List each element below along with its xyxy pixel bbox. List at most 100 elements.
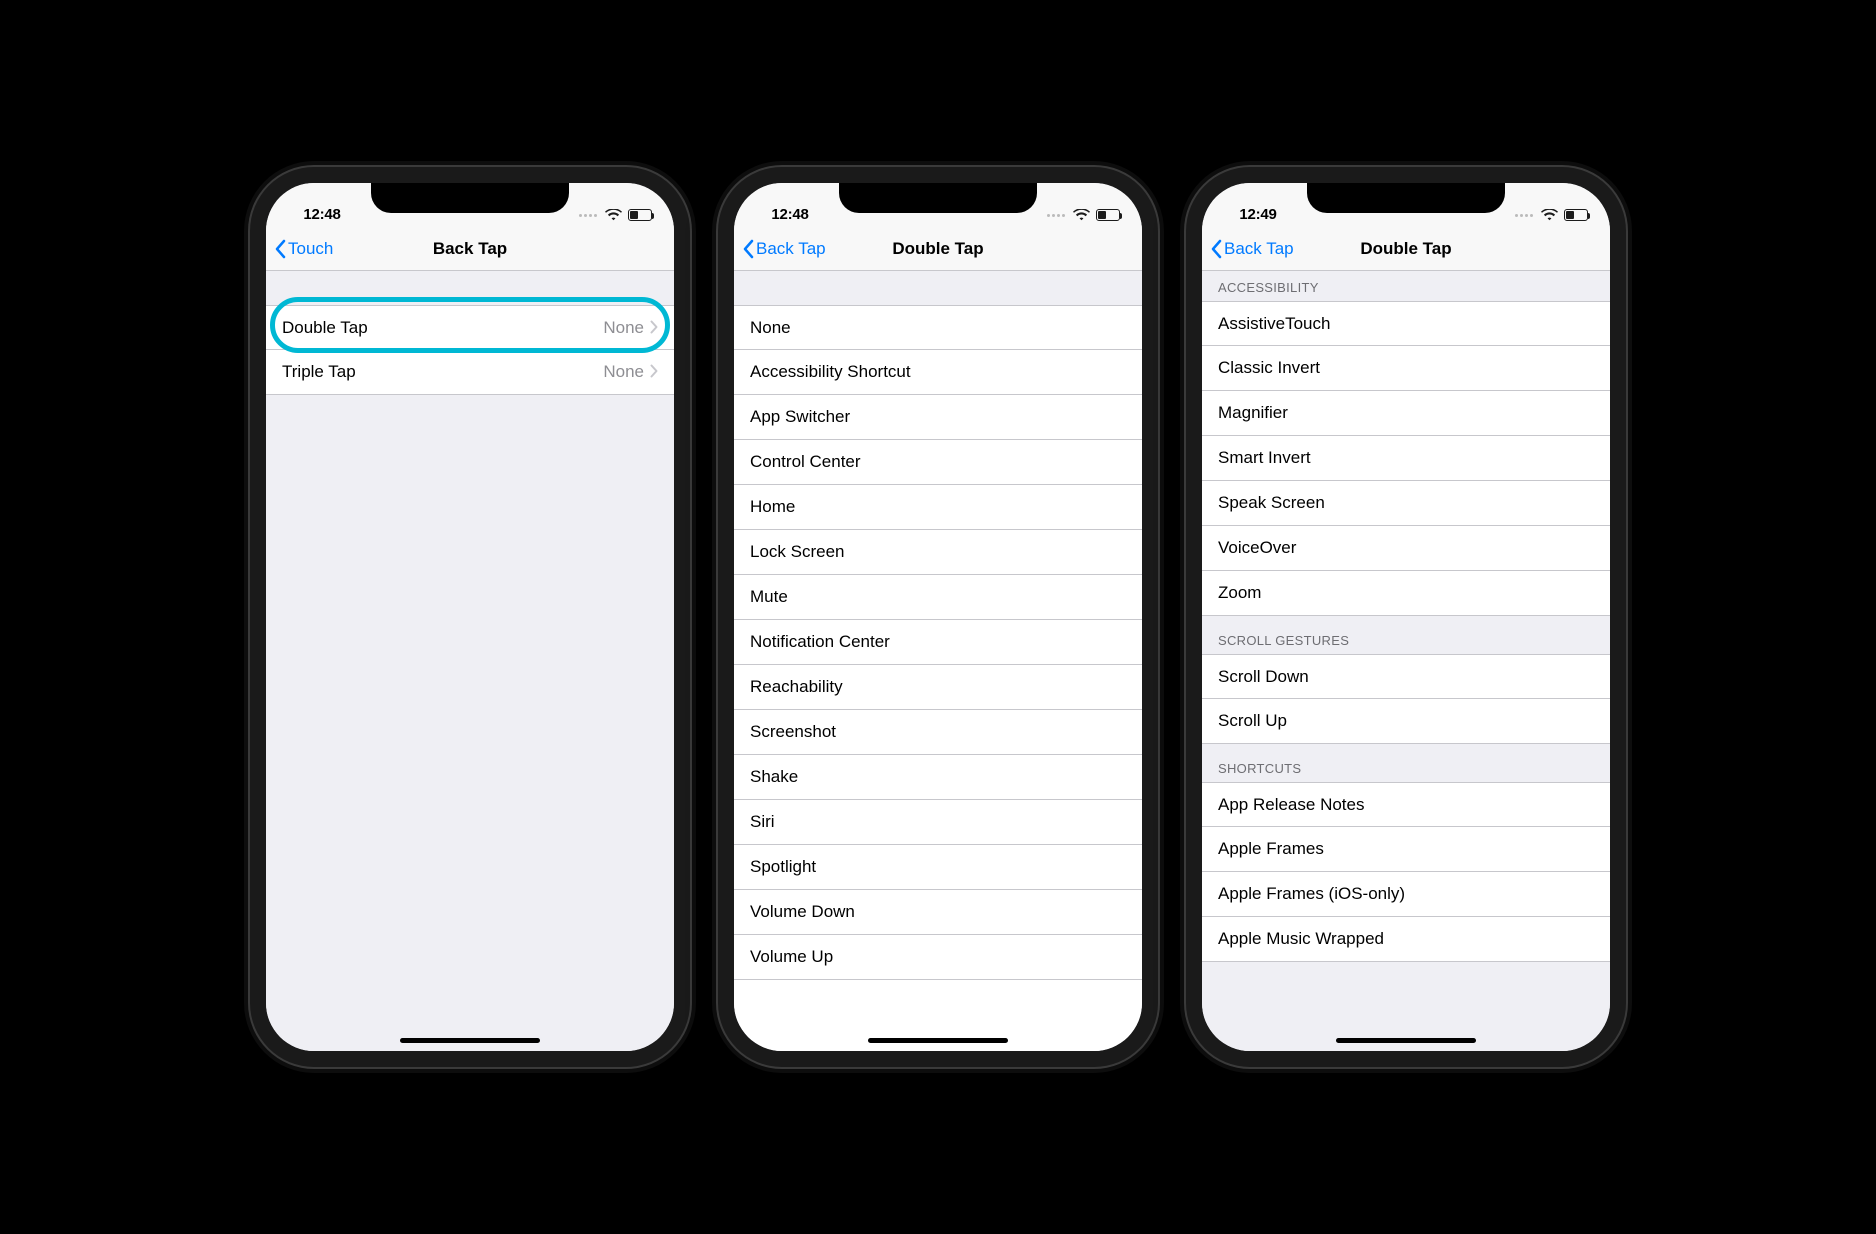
- option-row[interactable]: Control Center: [734, 440, 1142, 485]
- option-row[interactable]: App Switcher: [734, 395, 1142, 440]
- option-label: Speak Screen: [1218, 493, 1594, 513]
- option-row[interactable]: Smart Invert: [1202, 436, 1610, 481]
- option-row[interactable]: Apple Music Wrapped: [1202, 917, 1610, 962]
- option-label: Shake: [750, 767, 1126, 787]
- option-label: Notification Center: [750, 632, 1126, 652]
- option-row[interactable]: Home: [734, 485, 1142, 530]
- option-row[interactable]: Volume Down: [734, 890, 1142, 935]
- wifi-icon: [605, 209, 622, 221]
- option-label: Magnifier: [1218, 403, 1594, 423]
- screen: 12:48 Back Tap Double Tap None Accessibil…: [734, 183, 1142, 1051]
- wifi-icon: [1073, 209, 1090, 221]
- nav-bar: Back Tap Double Tap: [1202, 227, 1610, 271]
- option-label: Volume Up: [750, 947, 1126, 967]
- option-row[interactable]: Scroll Up: [1202, 699, 1610, 744]
- option-row[interactable]: Siri: [734, 800, 1142, 845]
- status-time: 12:48: [288, 206, 356, 225]
- option-label: VoiceOver: [1218, 538, 1594, 558]
- chevron-left-icon: [274, 239, 286, 259]
- option-row[interactable]: App Release Notes: [1202, 782, 1610, 827]
- section-header: SCROLL GESTURES: [1202, 616, 1610, 654]
- content-area[interactable]: None Accessibility Shortcut App Switcher Co…: [734, 271, 1142, 1051]
- side-button[interactable]: [690, 397, 696, 487]
- wifi-icon: [1541, 209, 1558, 221]
- notch: [1307, 183, 1505, 213]
- option-row[interactable]: Notification Center: [734, 620, 1142, 665]
- option-row[interactable]: Reachability: [734, 665, 1142, 710]
- chevron-left-icon: [1210, 239, 1222, 259]
- cell-signal-icon: [1515, 214, 1533, 217]
- cell-signal-icon: [579, 214, 597, 217]
- option-label: App Switcher: [750, 407, 1126, 427]
- option-row[interactable]: Accessibility Shortcut: [734, 350, 1142, 395]
- notch: [371, 183, 569, 213]
- option-row[interactable]: None: [734, 305, 1142, 350]
- option-row[interactable]: Scroll Down: [1202, 654, 1610, 699]
- option-label: Scroll Up: [1218, 711, 1594, 731]
- option-row[interactable]: Apple Frames (iOS-only): [1202, 872, 1610, 917]
- chevron-left-icon: [742, 239, 754, 259]
- option-row[interactable]: Lock Screen: [734, 530, 1142, 575]
- option-row[interactable]: AssistiveTouch: [1202, 301, 1610, 346]
- nav-bar: Back Tap Double Tap: [734, 227, 1142, 271]
- home-indicator[interactable]: [400, 1038, 540, 1043]
- status-time: 12:48: [756, 206, 824, 225]
- nav-bar: Touch Back Tap: [266, 227, 674, 271]
- back-button[interactable]: Touch: [274, 239, 333, 259]
- back-label: Touch: [288, 239, 333, 259]
- option-row[interactable]: Mute: [734, 575, 1142, 620]
- content-area[interactable]: ACCESSIBILITYAssistiveTouchClassic Inver…: [1202, 271, 1610, 1051]
- side-button[interactable]: [1158, 397, 1164, 487]
- option-label: Smart Invert: [1218, 448, 1594, 468]
- option-label: Zoom: [1218, 583, 1594, 603]
- option-row[interactable]: Volume Up: [734, 935, 1142, 980]
- side-button[interactable]: [1626, 397, 1632, 487]
- option-label: Classic Invert: [1218, 358, 1594, 378]
- row-value: None: [603, 318, 644, 338]
- option-row[interactable]: Classic Invert: [1202, 346, 1610, 391]
- phone-back-tap-root: 12:48 Touch Back Tap: [250, 167, 690, 1067]
- back-button[interactable]: Back Tap: [1210, 239, 1294, 259]
- row-double-tap[interactable]: Double Tap None: [266, 305, 674, 350]
- option-row[interactable]: Screenshot: [734, 710, 1142, 755]
- back-label: Back Tap: [1224, 239, 1294, 259]
- home-indicator[interactable]: [1336, 1038, 1476, 1043]
- screen: 12:49 Back Tap Double Tap ACCESSIBILITYA…: [1202, 183, 1610, 1051]
- row-label: Double Tap: [282, 318, 603, 338]
- option-label: Screenshot: [750, 722, 1126, 742]
- option-label: Scroll Down: [1218, 667, 1594, 687]
- section-header: SHORTCUTS: [1202, 744, 1610, 782]
- option-label: AssistiveTouch: [1218, 314, 1594, 334]
- row-triple-tap[interactable]: Triple Tap None: [266, 350, 674, 395]
- option-label: Mute: [750, 587, 1126, 607]
- option-label: App Release Notes: [1218, 795, 1594, 815]
- option-row[interactable]: Magnifier: [1202, 391, 1610, 436]
- chevron-right-icon: [650, 362, 658, 382]
- option-label: Control Center: [750, 452, 1126, 472]
- option-label: Spotlight: [750, 857, 1126, 877]
- option-label: Home: [750, 497, 1126, 517]
- option-label: Apple Music Wrapped: [1218, 929, 1594, 949]
- content-area: Double Tap None Triple Tap None: [266, 271, 674, 1051]
- option-row[interactable]: VoiceOver: [1202, 526, 1610, 571]
- phone-double-tap-scrolled: 12:49 Back Tap Double Tap ACCESSIBILITYA…: [1186, 167, 1626, 1067]
- back-label: Back Tap: [756, 239, 826, 259]
- option-row[interactable]: Spotlight: [734, 845, 1142, 890]
- option-row[interactable]: Apple Frames: [1202, 827, 1610, 872]
- option-label: Reachability: [750, 677, 1126, 697]
- cell-signal-icon: [1047, 214, 1065, 217]
- chevron-right-icon: [650, 318, 658, 338]
- row-value: None: [603, 362, 644, 382]
- notch: [839, 183, 1037, 213]
- option-label: None: [750, 318, 1126, 338]
- option-label: Lock Screen: [750, 542, 1126, 562]
- option-label: Apple Frames (iOS-only): [1218, 884, 1594, 904]
- option-row[interactable]: Zoom: [1202, 571, 1610, 616]
- home-indicator[interactable]: [868, 1038, 1008, 1043]
- back-button[interactable]: Back Tap: [742, 239, 826, 259]
- battery-icon: [628, 209, 652, 221]
- option-row[interactable]: Shake: [734, 755, 1142, 800]
- battery-icon: [1564, 209, 1588, 221]
- option-label: Volume Down: [750, 902, 1126, 922]
- option-row[interactable]: Speak Screen: [1202, 481, 1610, 526]
